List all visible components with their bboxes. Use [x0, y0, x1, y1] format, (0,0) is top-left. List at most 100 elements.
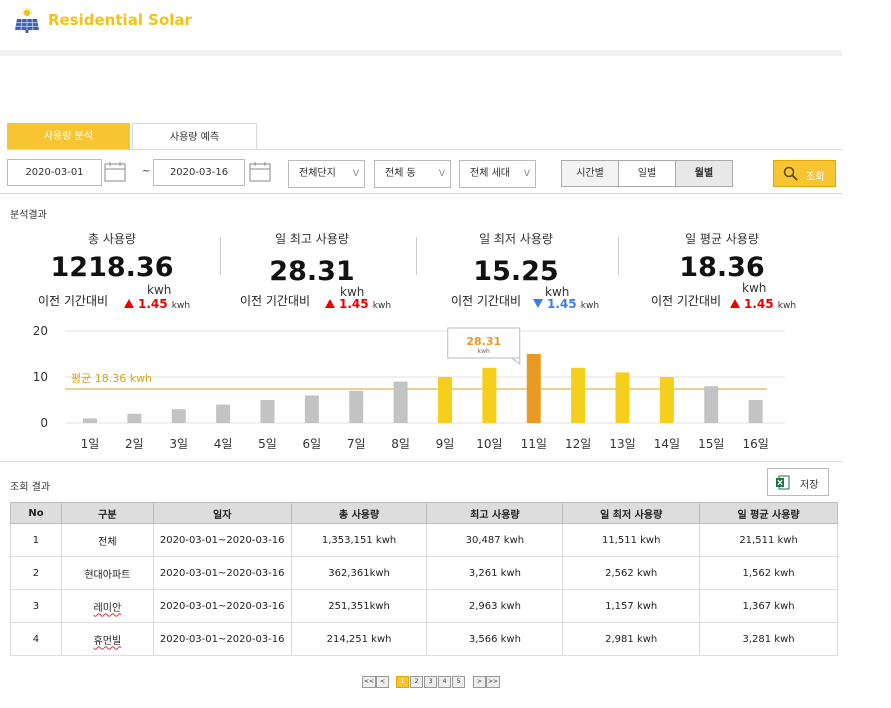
chart-bar [659, 377, 674, 423]
column-header: 일자 [152, 502, 292, 524]
chart-bar [571, 367, 586, 423]
kpi-daily-max: 일 최고 사용량 28.31 kwh 이전 기간대비 1.45 kwh [212, 230, 412, 315]
search-button-label: 조회 [806, 172, 825, 183]
next-page-button[interactable]: > [473, 676, 486, 688]
column-header: No [10, 502, 62, 524]
save-excel-button[interactable]: 저장 [767, 468, 829, 496]
x-tick-label: 5일 [258, 437, 277, 451]
kpi-total-usage: 총 사용량 1218.36 kwh 이전 기간대비 1.45 kwh [12, 230, 212, 315]
complex-select[interactable]: 전체단지 V [288, 160, 365, 188]
daily-button[interactable]: 일별 [619, 161, 676, 186]
table-row[interactable]: 3 레미안 2020-03-01~2020-03-16 251,351kwh 2… [10, 589, 838, 623]
table-cell: 1,157 kwh [562, 589, 701, 623]
calendar-icon[interactable] [104, 161, 126, 183]
search-button[interactable]: 조회 [773, 160, 836, 187]
arrow-up-icon [124, 299, 134, 308]
kpi-daily-avg: 일 평균 사용량 18.36 kwh 이전 기간대비 1.45 kwh [622, 230, 822, 315]
table-row[interactable]: 2 현대아파트 2020-03-01~2020-03-16 362,361kwh… [10, 556, 838, 590]
tab-usage-forecast[interactable]: 사용량 예측 [132, 123, 257, 150]
column-header: 총 사용량 [290, 502, 428, 524]
table-cell: 30,487 kwh [426, 523, 564, 557]
kpi-value: 15.25 [473, 256, 559, 287]
table-cell: 휴먼빌 [60, 622, 154, 656]
x-tick-label: 6일 [303, 437, 322, 451]
column-header: 일 최저 사용량 [562, 502, 701, 524]
table-row[interactable]: 1 전체 2020-03-01~2020-03-16 1,353,151 kwh… [10, 523, 838, 557]
chart-bar [526, 354, 541, 423]
page-button[interactable]: 2 [410, 676, 423, 688]
granularity-toggle: 시간별 일별 월별 [561, 160, 733, 187]
results-section-title: 조회 결과 [10, 482, 50, 493]
solar-panel-icon [15, 8, 39, 33]
tab-usage-analysis[interactable]: 사용량 분석 [7, 123, 130, 150]
daily-usage-chart: 20 10 0 평균 18.36 kwh 1일 2일 3일 4일 5일 6일 7일 8일 9일 10일 11… [33, 324, 785, 451]
chevron-down-icon: V [352, 169, 359, 179]
save-button-label: 저장 [800, 480, 819, 491]
calendar-icon[interactable] [249, 161, 271, 183]
household-select[interactable]: 전체 세대 V [459, 160, 536, 188]
page-button[interactable]: 3 [424, 676, 437, 688]
kpi-compare-label: 이전 기간대비 [38, 294, 109, 308]
kpi-label: 일 최저 사용량 [479, 232, 553, 246]
app-header: Residential Solar [0, 0, 842, 50]
x-tick-label: 11일 [521, 437, 547, 451]
chart-bar [83, 418, 97, 423]
arrow-up-icon [730, 299, 740, 308]
chart-divider [0, 461, 842, 462]
chevron-down-icon: V [438, 169, 445, 179]
app-title: Residential Solar [48, 11, 192, 29]
kpi-label: 총 사용량 [88, 232, 136, 246]
kpi-value: 1218.36 [50, 252, 174, 283]
table-row[interactable]: 4 휴먼빌 2020-03-01~2020-03-16 214,251 kwh … [10, 622, 838, 656]
table-cell: 전체 [60, 523, 154, 557]
hourly-button[interactable]: 시간별 [562, 161, 619, 186]
tab-divider [7, 149, 842, 150]
chart-bar [127, 413, 142, 423]
table-cell: 1,562 kwh [699, 556, 838, 590]
last-page-button[interactable]: >> [486, 676, 500, 688]
table-cell: 3,566 kwh [426, 622, 564, 656]
x-tick-label: 15일 [698, 437, 724, 451]
results-table: No 구분 일자 총 사용량 최고 사용량 일 최저 사용량 일 평균 사용량 … [10, 502, 838, 656]
table-cell: 2 [10, 556, 62, 590]
table-cell: 2,981 kwh [562, 622, 701, 656]
column-header: 최고 사용량 [426, 502, 564, 524]
table-header-row: No 구분 일자 총 사용량 최고 사용량 일 최저 사용량 일 평균 사용량 [10, 502, 838, 524]
prev-page-button[interactable]: < [376, 676, 389, 688]
building-select[interactable]: 전체 동 V [374, 160, 451, 188]
kpi-compare-label: 이전 기간대비 [651, 294, 722, 308]
chart-bar [216, 404, 231, 423]
page-button[interactable]: 5 [452, 676, 465, 688]
chart-bar [260, 400, 275, 423]
monthly-button[interactable]: 월별 [676, 161, 732, 186]
arrow-up-icon [325, 299, 335, 308]
tooltip-pointer [510, 357, 521, 365]
tooltip-value: 28.31 [466, 335, 501, 348]
arrow-down-icon [533, 299, 543, 308]
y-tick-label: 0 [40, 416, 48, 430]
table-cell: 4 [10, 622, 62, 656]
table-cell: 2020-03-01~2020-03-16 [152, 589, 292, 623]
kpi-daily-min: 일 최저 사용량 15.25 kwh 이전 기간대비 1.45 kwh [416, 230, 616, 315]
table-cell: 레미안 [60, 589, 154, 623]
x-tick-label: 10일 [476, 437, 502, 451]
first-page-button[interactable]: << [362, 676, 376, 688]
kpi-unit: kwh [742, 281, 767, 295]
analysis-section-title: 분석결과 [10, 210, 47, 221]
chevron-down-icon: V [523, 169, 530, 179]
x-tick-label: 12일 [565, 437, 591, 451]
page-button[interactable]: 1 [396, 676, 409, 688]
table-cell: 2020-03-01~2020-03-16 [152, 622, 292, 656]
search-icon [783, 166, 798, 181]
tooltip-unit: kwh [478, 348, 490, 355]
start-date-input[interactable]: 2020-03-01 [7, 159, 102, 186]
chart-bar [438, 377, 452, 423]
end-date-input[interactable]: 2020-03-16 [153, 159, 245, 186]
household-select-value: 전체 세대 [470, 168, 510, 179]
x-tick-label: 2일 [125, 437, 144, 451]
average-label: 평균 18.36 kwh [71, 372, 152, 385]
x-tick-label: 3일 [169, 437, 188, 451]
page-button[interactable]: 4 [438, 676, 451, 688]
header-divider [0, 50, 842, 56]
chart-bar [748, 400, 763, 423]
